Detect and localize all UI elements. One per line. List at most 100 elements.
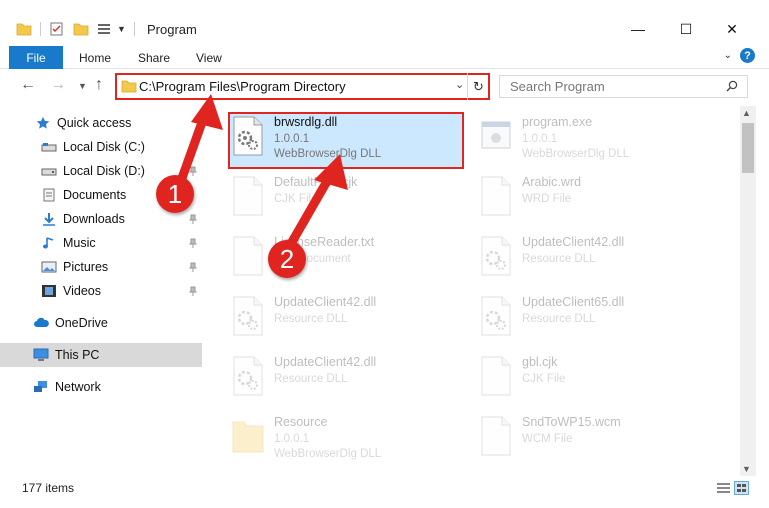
file-description: WebBrowserDlg DLL — [274, 448, 382, 460]
large-icons-view-icon[interactable] — [734, 481, 749, 495]
sidebar-item-label: Quick access — [57, 116, 132, 130]
vertical-scrollbar[interactable]: ▲ ▼ — [740, 106, 756, 476]
drive-icon — [41, 168, 57, 176]
file-name: gbl.cjk — [522, 355, 558, 369]
status-bar: 177 items — [0, 478, 769, 508]
sidebar-item-this-pc[interactable]: This PC — [0, 343, 202, 367]
doc-file-icon — [233, 236, 263, 276]
folder-icon — [121, 80, 137, 93]
sidebar-item-label: Pictures — [63, 260, 109, 274]
doc-file-icon — [481, 356, 511, 396]
ribbon-tabs: File Home Share View ⌄ ? — [0, 44, 769, 69]
separator — [133, 22, 135, 36]
tab-share[interactable]: Share — [138, 51, 170, 65]
documents-icon — [43, 188, 55, 202]
maximize-button[interactable]: ☐ — [664, 16, 708, 42]
file-tile[interactable]: Arabic.wrd WRD File — [476, 172, 708, 224]
sidebar-item-onedrive[interactable]: OneDrive — [0, 311, 202, 335]
pin-icon[interactable] — [188, 214, 198, 224]
file-name: Arabic.wrd — [522, 175, 582, 189]
tab-file[interactable]: File — [9, 46, 63, 69]
minimize-button[interactable]: — — [616, 16, 660, 42]
pictures-icon — [41, 261, 57, 273]
dll-file-icon — [481, 296, 511, 336]
doc-file-icon — [481, 416, 511, 456]
scrollbar-thumb[interactable] — [742, 123, 754, 173]
file-name: UpdateClient42.dll — [522, 235, 625, 249]
file-version: 1.0.0.1 — [274, 133, 310, 145]
up-arrow-icon[interactable]: ↑ — [95, 76, 103, 94]
file-type: Resource DLL — [274, 313, 348, 325]
properties-icon[interactable] — [49, 22, 65, 36]
exe-file-icon — [481, 121, 511, 149]
dll-file-icon — [233, 356, 263, 396]
chevron-down-icon[interactable]: ▼ — [117, 24, 126, 34]
back-arrow-icon[interactable]: ← — [20, 76, 36, 94]
sidebar-item-label: Music — [63, 236, 96, 250]
file-tile[interactable]: UpdateClient42.dll Resource DLL — [476, 232, 708, 284]
folder-icon[interactable] — [16, 22, 32, 36]
file-tile[interactable]: SndToWP15.wcm WCM File — [476, 412, 708, 464]
sidebar-item-label: OneDrive — [55, 316, 108, 330]
file-tile[interactable]: UpdateClient65.dll Resource DLL — [476, 292, 708, 344]
new-folder-icon[interactable] — [73, 22, 89, 36]
file-tile[interactable]: UpdateClient42.dll Resource DLL — [228, 352, 460, 404]
tab-view[interactable]: View — [196, 51, 222, 65]
file-tile[interactable]: program.exe 1.0.0.1 WebBrowserDlg DLL — [476, 112, 708, 164]
recent-locations-icon[interactable]: ▼ — [78, 81, 87, 91]
sidebar-item-videos[interactable]: Videos — [0, 279, 202, 303]
dll-file-icon — [481, 236, 511, 276]
window-title: Program — [147, 22, 197, 37]
file-type: Resource DLL — [522, 313, 596, 325]
search-icon[interactable] — [726, 80, 738, 92]
file-name: UpdateClient65.dll — [522, 295, 625, 309]
sidebar-item-label: Documents — [63, 188, 127, 202]
file-tile[interactable]: Resource 1.0.0.1 WebBrowserDlg DLL — [228, 412, 460, 464]
customize-toolbar-icon[interactable] — [97, 22, 113, 36]
pin-icon[interactable] — [188, 286, 198, 296]
file-type: Resource DLL — [274, 373, 348, 385]
tab-home[interactable]: Home — [79, 51, 111, 65]
star-icon — [36, 116, 50, 129]
help-icon[interactable]: ? — [740, 48, 755, 63]
sidebar-item-network[interactable]: Network — [0, 375, 202, 399]
close-button[interactable]: ✕ — [710, 16, 754, 42]
file-name: UpdateClient42.dll — [274, 355, 377, 369]
separator — [40, 22, 41, 36]
refresh-icon[interactable]: ↻ — [467, 73, 489, 100]
file-name: brwsrdlg.dll — [274, 115, 338, 129]
download-icon — [43, 213, 55, 226]
sidebar-item-label: Local Disk (D:) — [63, 164, 145, 178]
music-icon — [43, 237, 54, 249]
forward-arrow-icon[interactable]: → — [50, 76, 66, 94]
expand-ribbon-icon[interactable]: ⌄ — [724, 50, 732, 61]
search-placeholder[interactable]: Search Program — [510, 79, 605, 94]
details-view-icon[interactable] — [716, 481, 731, 495]
annotation-arrow-2 — [287, 154, 348, 247]
sidebar-item-music[interactable]: Music — [0, 231, 202, 255]
pin-icon[interactable] — [188, 238, 198, 248]
sidebar-item-label: This PC — [55, 348, 100, 362]
sidebar-item-pictures[interactable]: Pictures — [0, 255, 202, 279]
file-tile[interactable]: gbl.cjk CJK File — [476, 352, 708, 404]
file-type: WCM File — [522, 433, 573, 445]
file-type: 1.0.0.1 — [522, 133, 558, 145]
drive-icon — [41, 143, 57, 152]
file-type: 1.0.0.1 — [274, 433, 310, 445]
sidebar-item-label: Downloads — [63, 212, 125, 226]
file-name: program.exe — [522, 115, 593, 129]
scroll-up-icon[interactable]: ▲ — [742, 108, 751, 118]
file-type: WRD File — [522, 193, 572, 205]
search-box[interactable]: Search Program — [499, 75, 748, 98]
computer-icon — [33, 348, 49, 361]
file-type: CJK File — [522, 373, 566, 385]
title-bar: ▼ Program — ☐ ✕ — [0, 0, 769, 44]
scroll-down-icon[interactable]: ▼ — [742, 464, 751, 474]
cloud-icon — [34, 317, 49, 327]
videos-icon — [42, 285, 56, 297]
pin-icon[interactable] — [188, 262, 198, 272]
doc-file-icon — [233, 176, 263, 216]
doc-file-icon — [481, 176, 511, 216]
chevron-down-icon[interactable]: ⌄ — [455, 78, 464, 91]
file-tile[interactable]: UpdateClient42.dll Resource DLL — [228, 292, 460, 344]
